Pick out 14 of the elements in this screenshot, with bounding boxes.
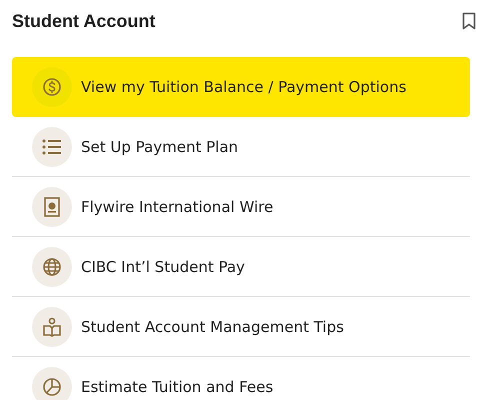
globe-icon <box>42 256 62 276</box>
menu-link[interactable]: CIBC Int’l Student Pay <box>12 237 470 297</box>
menu-link[interactable]: Set Up Payment Plan <box>12 117 470 177</box>
book-reader-icon <box>42 316 62 336</box>
menu-link[interactable]: Flywire International Wire <box>12 177 470 237</box>
document-icon <box>44 196 60 216</box>
menu-link[interactable]: View my Tuition Balance / Payment Options <box>12 57 470 117</box>
list-icon <box>42 138 62 154</box>
menu-link[interactable]: Estimate Tuition and Fees <box>12 357 470 400</box>
pie-chart-icon <box>42 376 62 396</box>
menu-link[interactable]: Student Account Management Tips <box>12 297 470 357</box>
bookmark-icon[interactable] <box>462 12 476 30</box>
section-title: Student Account <box>12 10 156 32</box>
dollar-icon <box>42 76 62 96</box>
